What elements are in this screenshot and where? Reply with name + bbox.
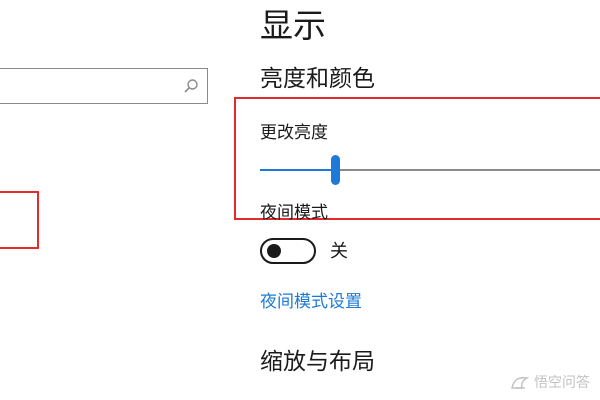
page-title: 显示	[260, 6, 326, 45]
left-highlight-box	[0, 191, 39, 249]
brightness-label: 更改亮度	[260, 123, 328, 143]
brand-logo-icon	[511, 377, 530, 389]
section-heading-scale-layout: 缩放与布局	[260, 349, 375, 375]
night-mode-toggle[interactable]	[260, 238, 316, 264]
night-mode-label: 夜间模式	[260, 203, 328, 223]
search-input[interactable]	[0, 68, 208, 104]
section-heading-brightness-color: 亮度和颜色	[260, 66, 375, 92]
watermark: 悟空问答	[510, 374, 590, 392]
toggle-knob	[267, 244, 281, 258]
night-mode-settings-link[interactable]: 夜间模式设置	[260, 288, 362, 316]
brightness-slider[interactable]	[260, 154, 600, 186]
toggle-state-label: 关	[330, 241, 348, 262]
search-icon[interactable]	[183, 78, 199, 94]
slider-thumb[interactable]	[331, 155, 340, 185]
watermark-text: 悟空问答	[534, 375, 590, 391]
slider-fill	[260, 169, 335, 171]
